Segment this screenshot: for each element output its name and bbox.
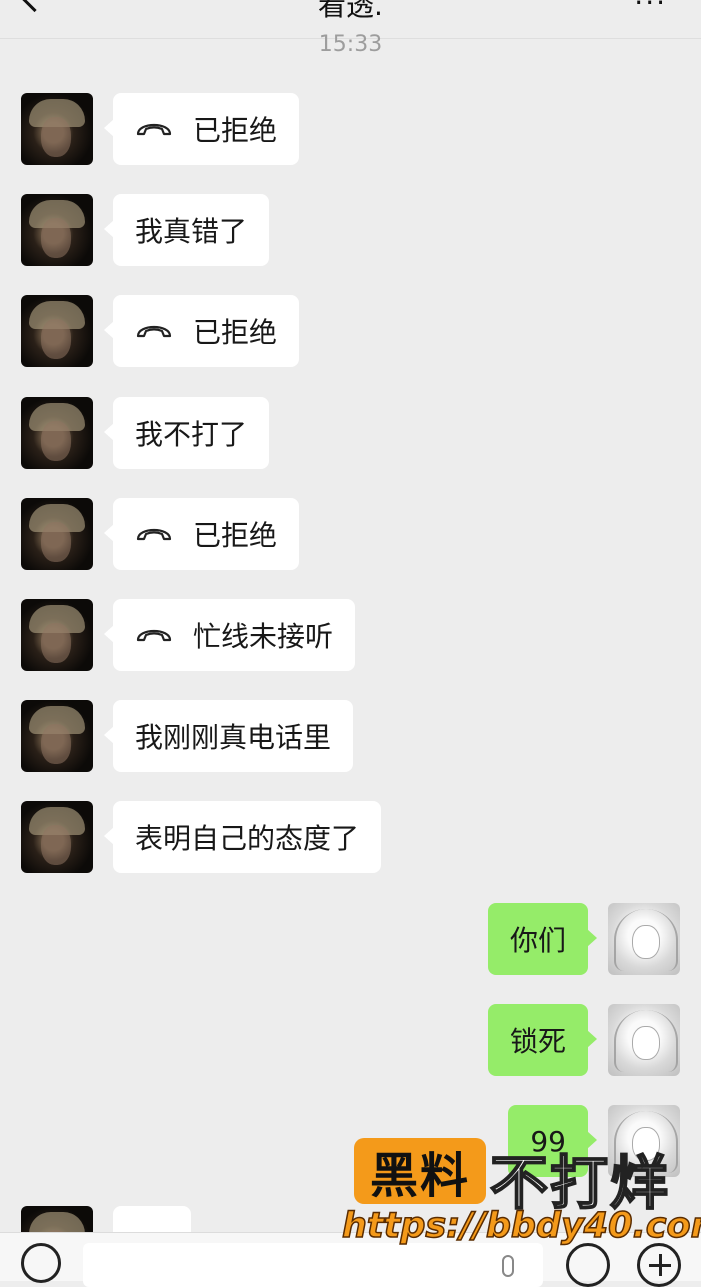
hangup-phone-icon	[136, 528, 172, 541]
contact-avatar[interactable]	[21, 599, 93, 671]
message-text: 已拒绝	[193, 519, 278, 552]
contact-avatar[interactable]	[21, 801, 93, 873]
contact-avatar[interactable]	[21, 498, 93, 570]
message-text: 我刚刚真电话里	[135, 721, 332, 754]
call-record-bubble[interactable]: 已拒绝	[103, 93, 300, 165]
contact-avatar[interactable]	[21, 397, 93, 469]
contact-avatar[interactable]	[21, 93, 93, 165]
contact-avatar[interactable]	[21, 295, 93, 367]
message-bubble[interactable]: 你们	[487, 903, 598, 975]
message-text: 锁死	[509, 1025, 566, 1058]
message-bubble[interactable]: 99	[508, 1105, 597, 1177]
self-avatar[interactable]	[608, 903, 680, 975]
call-record-bubble[interactable]: 忙线未接听	[103, 599, 356, 671]
message-text: 你们	[509, 924, 566, 957]
message-text: 99	[530, 1124, 566, 1158]
hangup-phone-icon	[136, 629, 172, 642]
emoji-icon[interactable]	[566, 1243, 610, 1287]
more-options-button[interactable]: ···	[634, 0, 667, 19]
hangup-phone-icon	[136, 325, 172, 338]
plus-icon[interactable]	[637, 1243, 681, 1287]
input-bar	[0, 1232, 701, 1287]
call-record-bubble[interactable]: 已拒绝	[103, 498, 300, 570]
message-bubble[interactable]: 我真错了	[103, 194, 270, 266]
message-input[interactable]	[83, 1243, 543, 1287]
message-text: 我不打了	[135, 418, 248, 451]
hangup-phone-icon	[136, 123, 172, 136]
chat-title: 看透.	[318, 0, 383, 22]
message-text: 忙线未接听	[193, 620, 334, 653]
contact-avatar[interactable]	[21, 700, 93, 772]
message-bubble[interactable]: 我不打了	[103, 397, 270, 469]
voice-icon[interactable]	[21, 1243, 61, 1283]
message-bubble[interactable]: 我刚刚真电话里	[103, 700, 354, 772]
watermark-logo: 黑料	[354, 1138, 486, 1204]
message-text: 已拒绝	[193, 316, 278, 349]
self-avatar[interactable]	[608, 1004, 680, 1076]
microphone-icon	[502, 1255, 514, 1277]
self-avatar[interactable]	[608, 1105, 680, 1177]
message-timestamp: 15:33	[318, 32, 383, 57]
message-text: 我真错了	[135, 215, 248, 248]
message-bubble[interactable]: 表明自己的态度了	[103, 801, 382, 873]
contact-avatar[interactable]	[21, 194, 93, 266]
message-bubble[interactable]: 锁死	[487, 1004, 598, 1076]
call-record-bubble[interactable]: 已拒绝	[103, 295, 300, 367]
message-text: 表明自己的态度了	[135, 822, 360, 855]
message-text: 已拒绝	[193, 114, 278, 147]
